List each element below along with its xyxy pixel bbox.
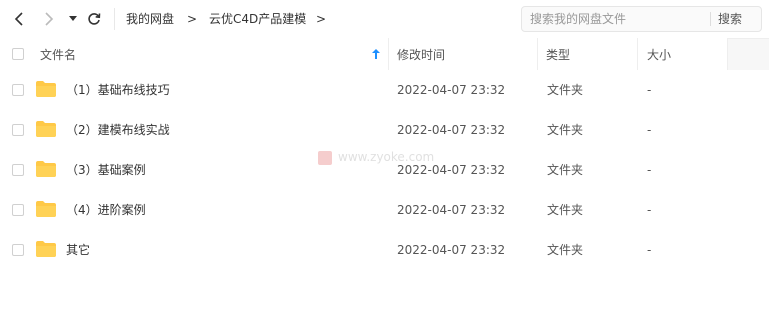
file-size: - [647, 243, 652, 257]
file-modified: 2022-04-07 23:32 [397, 163, 506, 177]
toolbar-divider [114, 8, 115, 30]
breadcrumb-separator: > [187, 12, 198, 26]
file-type: 文件夹 [547, 163, 584, 177]
search-button[interactable]: 搜索 [718, 11, 742, 27]
table-row[interactable]: （2）建模布线实战 2022-04-07 23:32 文件夹 - [0, 110, 769, 150]
select-all-checkbox[interactable] [12, 48, 24, 60]
file-type: 文件夹 [547, 123, 584, 137]
sort-up-arrow-icon [372, 49, 380, 59]
column-header-name[interactable]: 文件名 [28, 38, 389, 70]
forward-button[interactable] [38, 9, 58, 29]
breadcrumb-item-my-drive[interactable]: 我的网盘 [126, 11, 174, 27]
watermark-logo-icon [318, 150, 332, 165]
folder-icon [36, 161, 56, 177]
row-checkbox[interactable] [12, 84, 24, 96]
column-header-type[interactable]: 类型 [538, 38, 638, 70]
file-modified: 2022-04-07 23:32 [397, 123, 506, 137]
column-header-type-label: 类型 [546, 47, 571, 62]
table-row[interactable]: （1）基础布线技巧 2022-04-07 23:32 文件夹 - [0, 70, 769, 110]
breadcrumb-separator: > [316, 12, 327, 26]
dropdown-caret-icon [69, 16, 77, 21]
chevron-left-icon [14, 12, 23, 26]
file-modified: 2022-04-07 23:32 [397, 203, 506, 217]
column-header-name-label: 文件名 [40, 47, 77, 62]
file-name[interactable]: （4）进阶案例 [66, 203, 146, 217]
column-header-size-label: 大小 [647, 47, 672, 62]
file-size: - [647, 163, 652, 177]
file-name[interactable]: （1）基础布线技巧 [66, 83, 170, 97]
row-checkbox[interactable] [12, 244, 24, 256]
file-name[interactable]: 其它 [66, 243, 90, 257]
file-size: - [647, 83, 652, 97]
header-filler [728, 38, 769, 70]
table-header: 文件名 修改时间 类型 大小 [0, 38, 769, 70]
row-checkbox[interactable] [12, 124, 24, 136]
search-input[interactable] [530, 11, 710, 27]
column-header-modified-label: 修改时间 [397, 47, 446, 62]
folder-icon [36, 121, 56, 137]
column-header-size[interactable]: 大小 [638, 38, 728, 70]
toolbar: 我的网盘 > 云优C4D产品建模 > 搜索 [0, 0, 769, 38]
file-name[interactable]: （2）建模布线实战 [66, 123, 170, 137]
table-row[interactable]: （4）进阶案例 2022-04-07 23:32 文件夹 - [0, 190, 769, 230]
file-type: 文件夹 [547, 83, 584, 97]
folder-icon [36, 201, 56, 217]
watermark: www.zyoke.com [318, 150, 434, 165]
breadcrumb-item-current-folder[interactable]: 云优C4D产品建模 [209, 11, 306, 27]
folder-icon [36, 81, 56, 97]
file-modified: 2022-04-07 23:32 [397, 243, 506, 257]
file-name[interactable]: （3）基础案例 [66, 163, 146, 177]
file-size: - [647, 123, 652, 137]
search-divider [710, 12, 711, 26]
column-header-modified[interactable]: 修改时间 [389, 38, 538, 70]
folder-icon [36, 241, 56, 257]
file-type: 文件夹 [547, 203, 584, 217]
file-type: 文件夹 [547, 243, 584, 257]
row-checkbox[interactable] [12, 204, 24, 216]
file-modified: 2022-04-07 23:32 [397, 83, 506, 97]
back-button[interactable] [10, 9, 30, 29]
history-dropdown-button[interactable] [63, 9, 83, 29]
refresh-button[interactable] [84, 9, 104, 29]
search-box: 搜索 [521, 6, 762, 32]
table-row[interactable]: 其它 2022-04-07 23:32 文件夹 - [0, 230, 769, 270]
watermark-text: www.zyoke.com [338, 150, 435, 164]
row-checkbox[interactable] [12, 164, 24, 176]
chevron-right-icon [45, 12, 54, 26]
refresh-icon [88, 13, 101, 25]
file-size: - [647, 203, 652, 217]
